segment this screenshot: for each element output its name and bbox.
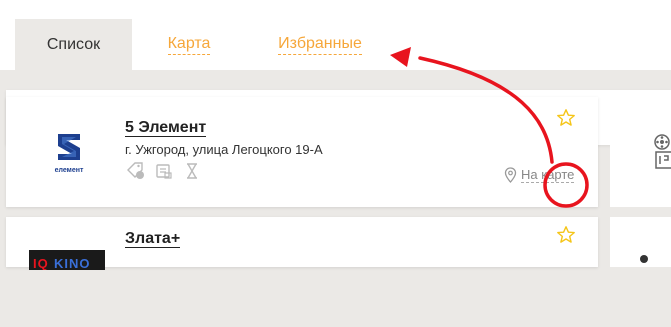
- cinema-logo: IQ KINO: [29, 250, 105, 270]
- tab-favorites[interactable]: Избранные: [268, 19, 372, 70]
- cinema-name-link[interactable]: 5 Элемент: [125, 119, 207, 137]
- favorite-star-icon[interactable]: [556, 225, 576, 245]
- ticket-icon: [156, 164, 172, 179]
- favorite-star-icon[interactable]: [556, 108, 576, 128]
- feature-icons: [126, 162, 202, 180]
- cinema-name-link[interactable]: Злата+: [125, 230, 181, 248]
- cinema-card: IQ KINO Злата+: [6, 217, 598, 270]
- cinema-address: г. Ужгород, улица Легоцкого 19-А: [125, 142, 323, 157]
- cinema-card: елемент 5 Элемент г. Ужгород, улица Лего…: [6, 97, 598, 207]
- map-link-label: На карте: [521, 167, 575, 183]
- side-cinema-logo: [640, 255, 648, 263]
- tab-favorites-label: Избранные: [278, 35, 362, 55]
- svg-text:IQ: IQ: [33, 256, 49, 270]
- svg-text:KINO: KINO: [54, 256, 91, 270]
- tab-list[interactable]: Список: [15, 19, 132, 70]
- side-cinema-card: [610, 97, 671, 207]
- side-cinema-card: [610, 217, 671, 267]
- 3d-tag-icon: [127, 162, 144, 179]
- logo-text: IQ KINO: [33, 256, 91, 270]
- logo-text: елемент: [55, 167, 84, 174]
- hourglass-icon: [187, 163, 197, 179]
- tab-map-label: Карта: [167, 35, 211, 55]
- show-on-map-link[interactable]: На карте: [504, 167, 575, 183]
- cinema-logo: елемент: [55, 134, 84, 174]
- tab-map[interactable]: Карта: [160, 19, 218, 70]
- map-pin-icon: [504, 167, 517, 183]
- side-cinema-logo: [654, 134, 671, 169]
- view-tabs: Список Карта Избранные: [0, 0, 671, 70]
